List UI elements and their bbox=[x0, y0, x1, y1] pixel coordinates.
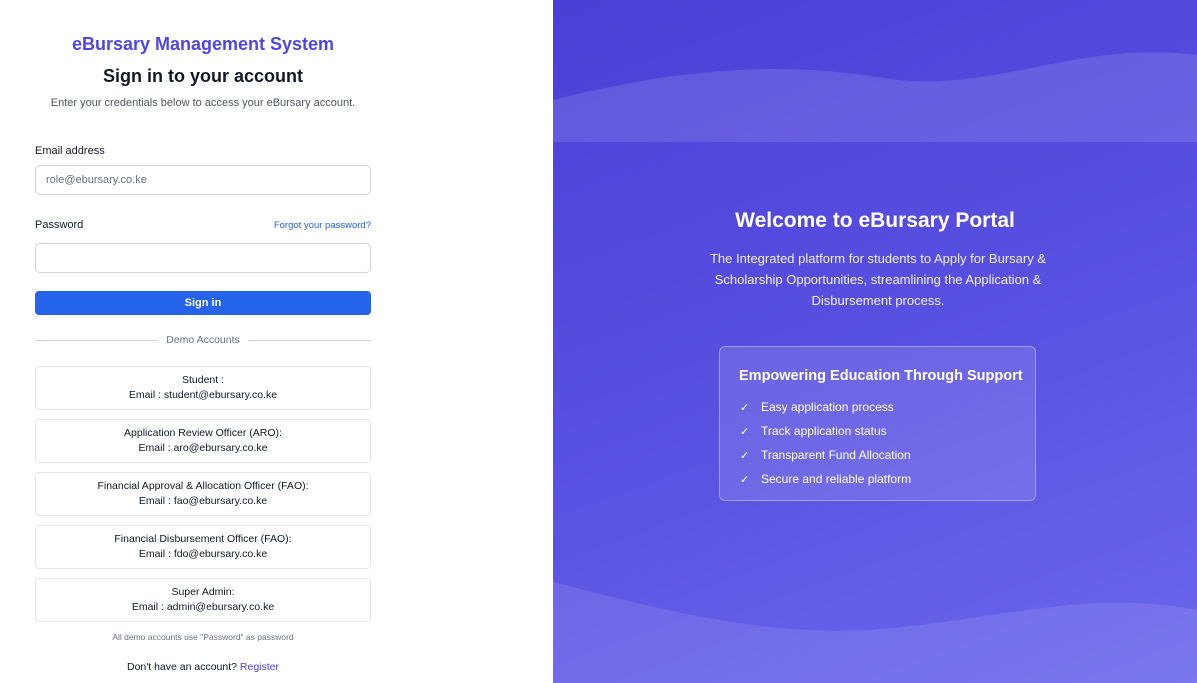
page-title: Sign in to your account bbox=[102, 66, 303, 86]
demo-account-email: Email : student@ebursary.co.ke bbox=[128, 389, 278, 401]
demo-account-fao[interactable]: Financial Approval & Allocation Officer … bbox=[35, 472, 371, 516]
email-input[interactable] bbox=[35, 165, 371, 195]
bottom-wave-decoration bbox=[553, 582, 1197, 683]
hero-panel: Welcome to eBursary Portal The Integrate… bbox=[553, 0, 1197, 683]
demo-accounts-divider: Demo Accounts bbox=[35, 333, 372, 347]
features-card: Empowering Education Through Support ✓ Ea… bbox=[719, 346, 1036, 501]
sign-in-button[interactable]: Sign in bbox=[35, 291, 371, 315]
forgot-password-link[interactable]: Forgot your password? bbox=[260, 220, 371, 231]
feature-text: Track application status bbox=[761, 424, 887, 438]
feature-item: ✓ Track application status bbox=[740, 419, 911, 443]
demo-account-email: Email : admin@ebursary.co.ke bbox=[131, 601, 275, 613]
password-label: Password bbox=[35, 219, 84, 231]
demo-password-note: All demo accounts use "Password" as pass… bbox=[112, 632, 294, 642]
demo-account-email: Email : fdo@ebursary.co.ke bbox=[138, 548, 268, 560]
feature-item: ✓ Transparent Fund Allocation bbox=[740, 443, 911, 467]
demo-account-student[interactable]: Student : Email : student@ebursary.co.ke bbox=[35, 366, 371, 410]
demo-account-super-admin[interactable]: Super Admin: Email : admin@ebursary.co.k… bbox=[35, 578, 371, 622]
feature-item: ✓ Secure and reliable platform bbox=[740, 467, 911, 491]
check-icon: ✓ bbox=[740, 473, 750, 486]
page-subtitle: Enter your credentials below to access y… bbox=[50, 97, 356, 109]
feature-text: Transparent Fund Allocation bbox=[761, 448, 911, 462]
hero-description: The Integrated platform for students to … bbox=[709, 251, 1046, 308]
feature-item: ✓ Easy application process bbox=[740, 395, 911, 419]
feature-text: Secure and reliable platform bbox=[761, 472, 912, 486]
features-list: ✓ Easy application process ✓ Track applica… bbox=[740, 395, 911, 491]
register-prompt: Don't have an account? Register bbox=[0, 661, 406, 673]
brand-title: eBursary Management System bbox=[71, 34, 335, 54]
top-wave-decoration bbox=[553, 52, 1197, 142]
login-panel: eBursary Management System Sign in to yo… bbox=[0, 0, 553, 683]
demo-account-role: Super Admin: bbox=[171, 586, 235, 598]
email-label: Email address bbox=[35, 145, 105, 157]
hero-title: Welcome to eBursary Portal bbox=[735, 209, 1015, 232]
register-link[interactable]: Register bbox=[240, 661, 279, 673]
demo-account-role: Financial Approval & Allocation Officer … bbox=[97, 480, 309, 492]
password-input[interactable] bbox=[35, 243, 371, 273]
demo-account-role: Application Review Officer (ARO): bbox=[124, 427, 282, 439]
divider-line-right bbox=[247, 339, 372, 341]
divider-label: Demo Accounts bbox=[166, 334, 240, 346]
divider-line-left bbox=[35, 339, 159, 341]
demo-account-role: Student : bbox=[181, 374, 225, 386]
check-icon: ✓ bbox=[740, 425, 750, 438]
feature-text: Easy application process bbox=[761, 400, 894, 414]
demo-account-email: Email : aro@ebursary.co.ke bbox=[138, 442, 268, 454]
demo-account-aro[interactable]: Application Review Officer (ARO): Email … bbox=[35, 419, 371, 463]
features-card-title: Empowering Education Through Support bbox=[739, 368, 1023, 384]
demo-account-role: Financial Disbursement Officer (FAO): bbox=[114, 533, 292, 545]
check-icon: ✓ bbox=[740, 401, 750, 414]
check-icon: ✓ bbox=[740, 449, 750, 462]
demo-account-email: Email : fao@ebursary.co.ke bbox=[138, 495, 268, 507]
register-prompt-text: Don't have an account? bbox=[126, 661, 237, 673]
demo-account-fdo[interactable]: Financial Disbursement Officer (FAO): Em… bbox=[35, 525, 371, 569]
